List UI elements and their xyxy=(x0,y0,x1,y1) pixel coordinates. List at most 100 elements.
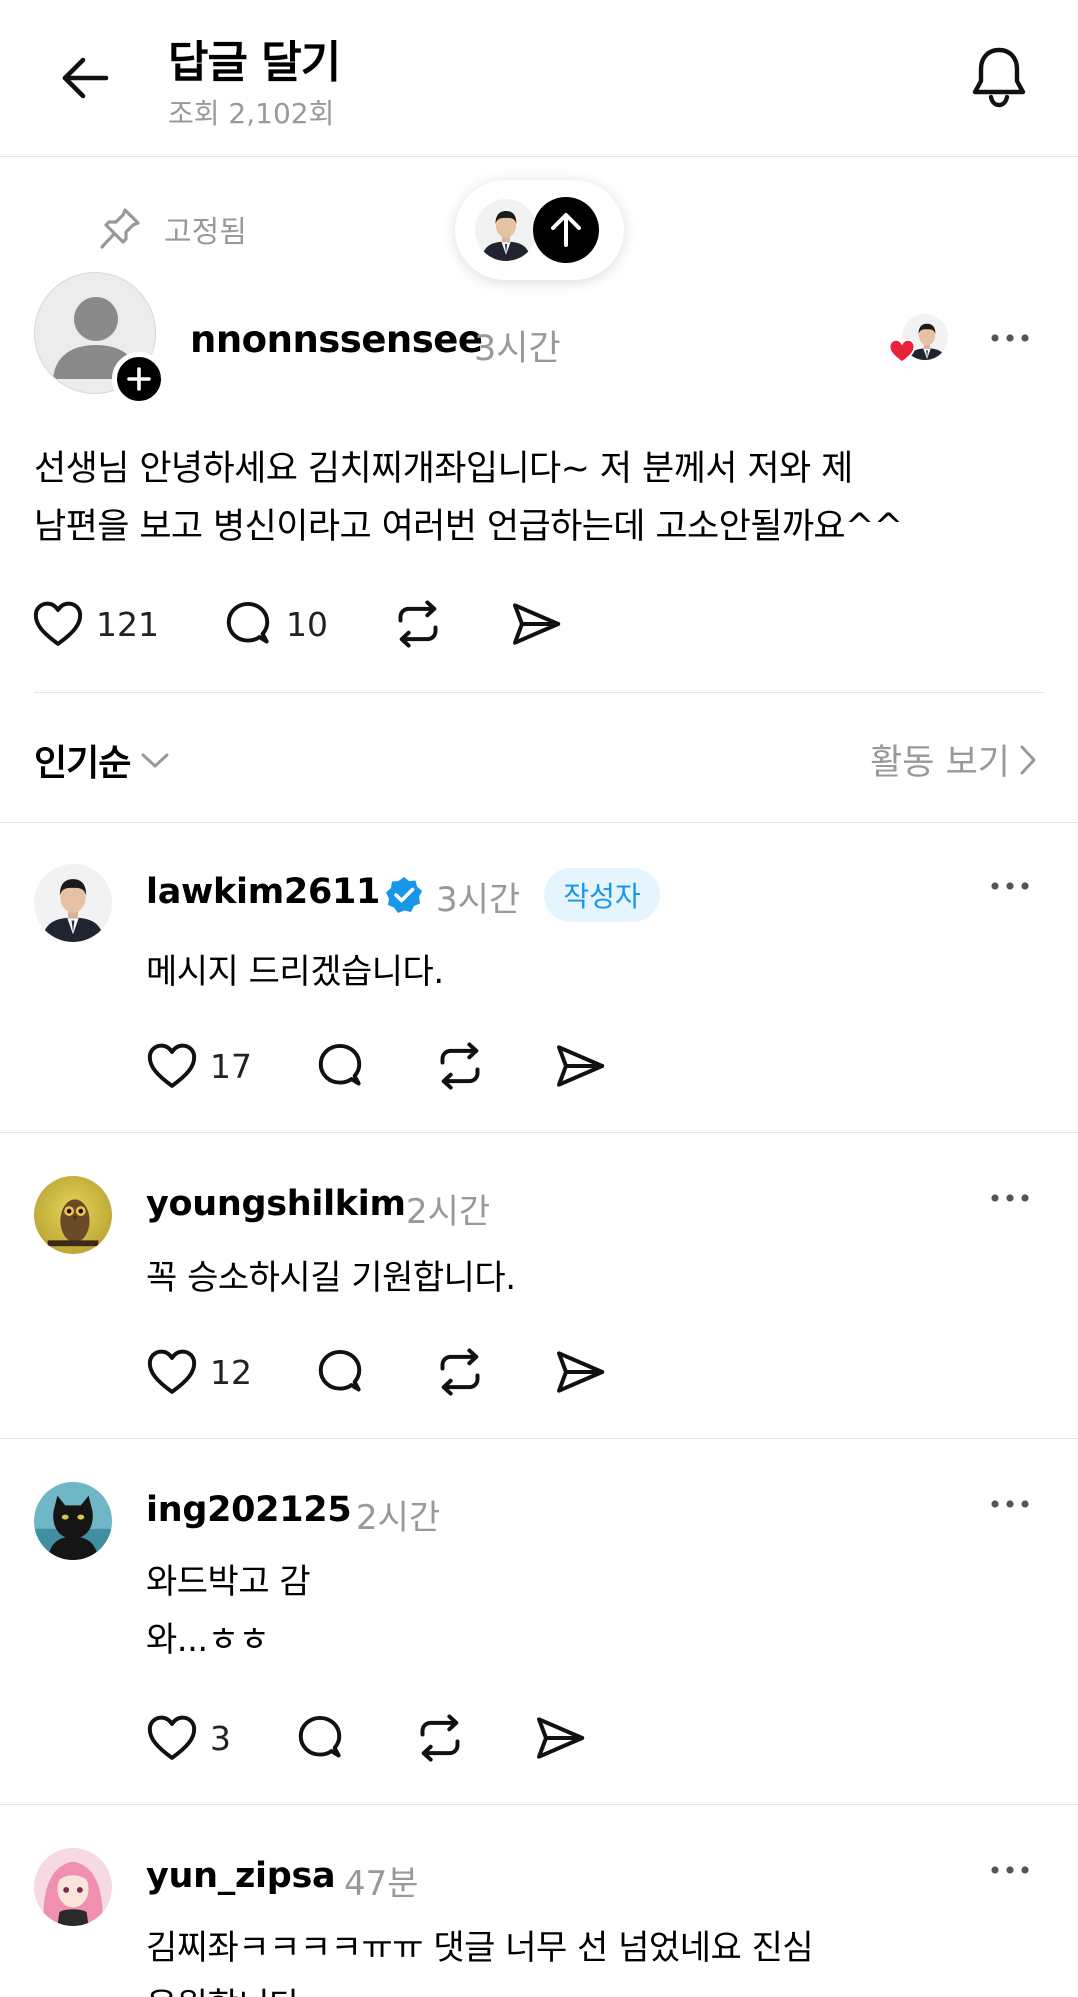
repost-icon xyxy=(390,596,446,652)
page-title: 답글 달기 xyxy=(168,37,341,88)
more-icon xyxy=(990,1193,1030,1203)
view-activity-link[interactable]: 활동 보기 xyxy=(870,734,1038,785)
top-bar: 답글 달기 조회 2,102회 xyxy=(0,0,1078,157)
more-icon xyxy=(990,1499,1030,1509)
scroll-to-top-button[interactable] xyxy=(455,180,624,280)
more-options-button[interactable] xyxy=(982,318,1038,358)
send-icon xyxy=(552,1344,608,1400)
divider xyxy=(0,822,1078,823)
back-button[interactable] xyxy=(52,48,118,108)
heart-icon xyxy=(144,1038,200,1094)
avatar[interactable] xyxy=(34,1848,112,1926)
post-text-line: 선생님 안녕하세요 김치찌개좌입니다~ 저 분께서 저와 제 xyxy=(34,449,853,489)
share-button[interactable] xyxy=(552,1036,608,1096)
comment-icon xyxy=(312,1344,368,1400)
avatar[interactable] xyxy=(34,1176,112,1254)
comment-timestamp: 3시간 xyxy=(436,880,521,920)
comment-text: 와드박고 감 xyxy=(146,1562,311,1602)
sort-dropdown[interactable]: 인기순 xyxy=(34,734,170,786)
pinned-indicator: 고정됨 xyxy=(98,206,247,252)
reply-button[interactable] xyxy=(312,1036,368,1096)
notifications-button[interactable] xyxy=(964,40,1034,114)
comment-timestamp: 2시간 xyxy=(356,1498,441,1538)
post-username[interactable]: nnonnssensee xyxy=(190,318,483,361)
repost-icon xyxy=(432,1344,488,1400)
comment-timestamp: 2시간 xyxy=(406,1192,491,1232)
comment-text: 김찌좌ㅋㅋㅋㅋㅠㅠ 댓글 너무 선 넘었네요 진심 xyxy=(146,1928,814,1968)
heart-icon xyxy=(888,338,916,364)
bell-icon xyxy=(972,47,1026,108)
anime-avatar-icon xyxy=(34,1848,112,1926)
reply-count: 10 xyxy=(286,604,328,644)
cat-avatar-icon xyxy=(34,1482,112,1560)
like-button[interactable]: 12 xyxy=(144,1342,252,1402)
avatar xyxy=(475,199,537,261)
activity-label: 활동 보기 xyxy=(870,743,1010,783)
like-button[interactable]: 121 xyxy=(30,594,159,654)
plus-icon xyxy=(127,367,151,391)
comment-username[interactable]: youngshilkim xyxy=(146,1184,406,1224)
repost-button[interactable] xyxy=(432,1342,488,1402)
owl-avatar-icon xyxy=(34,1176,112,1254)
post-text-line: 남편을 보고 병신이라고 여러번 언급하는데 고소안될까요^^ xyxy=(34,507,903,547)
avatar[interactable] xyxy=(34,1482,112,1560)
author-badge: 작성자 xyxy=(544,868,660,922)
more-options-button[interactable] xyxy=(982,1178,1038,1218)
comment-text: 응원합니다 xyxy=(146,1976,300,1997)
pin-icon xyxy=(100,208,140,249)
more-icon xyxy=(990,881,1030,891)
share-button[interactable] xyxy=(532,1708,588,1768)
like-button[interactable]: 17 xyxy=(144,1036,252,1096)
comment-text: 꼭 승소하시길 기원합니다. xyxy=(146,1258,516,1298)
more-icon xyxy=(990,333,1030,343)
follow-button[interactable] xyxy=(112,352,166,406)
comment-username[interactable]: ing202125 xyxy=(146,1490,352,1530)
comment-username[interactable]: yun_zipsa xyxy=(146,1856,336,1896)
comment-text: 와...ㅎㅎ xyxy=(146,1620,270,1660)
heart-icon xyxy=(30,596,86,652)
repost-icon xyxy=(412,1710,468,1766)
more-options-button[interactable] xyxy=(982,1484,1038,1524)
send-icon xyxy=(552,1038,608,1094)
comment-actions: 17 xyxy=(0,1036,1078,1096)
share-button[interactable] xyxy=(552,1342,608,1402)
avatar[interactable] xyxy=(34,864,112,942)
post-timestamp: 3시간 xyxy=(474,329,561,369)
reply-button[interactable]: 10 xyxy=(220,594,328,654)
repost-button[interactable] xyxy=(432,1036,488,1096)
comment-actions: 3 xyxy=(0,1708,1078,1768)
more-icon xyxy=(990,1865,1030,1875)
chevron-right-icon xyxy=(1020,745,1036,774)
verified-badge-icon xyxy=(386,877,422,913)
post-body: 선생님 안녕하세요 김치찌개좌입니다~ 저 분께서 저와 제 남편을 보고 병신… xyxy=(34,440,1044,556)
more-options-button[interactable] xyxy=(982,866,1038,906)
repost-icon xyxy=(432,1038,488,1094)
divider xyxy=(0,1438,1078,1439)
more-options-button[interactable] xyxy=(982,1850,1038,1890)
comment-username[interactable]: lawkim2611 xyxy=(146,872,380,912)
heart-icon xyxy=(144,1710,200,1766)
like-count: 3 xyxy=(210,1718,231,1758)
send-icon xyxy=(508,596,564,652)
repost-button[interactable] xyxy=(412,1708,468,1768)
like-count: 121 xyxy=(96,604,159,644)
comment-icon xyxy=(312,1038,368,1094)
chevron-down-icon xyxy=(141,753,169,768)
pinned-label: 고정됨 xyxy=(164,215,247,250)
view-count: 조회 2,102회 xyxy=(168,97,335,130)
divider xyxy=(34,692,1044,693)
comment-icon xyxy=(292,1710,348,1766)
like-count: 12 xyxy=(210,1352,252,1392)
divider xyxy=(0,1132,1078,1133)
arrow-up-icon xyxy=(533,197,599,263)
repost-button[interactable] xyxy=(390,594,446,654)
share-button[interactable] xyxy=(508,594,564,654)
like-button[interactable]: 3 xyxy=(144,1708,231,1768)
post-actions: 121 10 xyxy=(0,594,1078,654)
reply-button[interactable] xyxy=(292,1708,348,1768)
divider xyxy=(0,1804,1078,1805)
comment-icon xyxy=(220,596,276,652)
arrow-left-icon xyxy=(62,57,109,99)
reply-button[interactable] xyxy=(312,1342,368,1402)
comment-timestamp: 47분 xyxy=(344,1864,419,1904)
